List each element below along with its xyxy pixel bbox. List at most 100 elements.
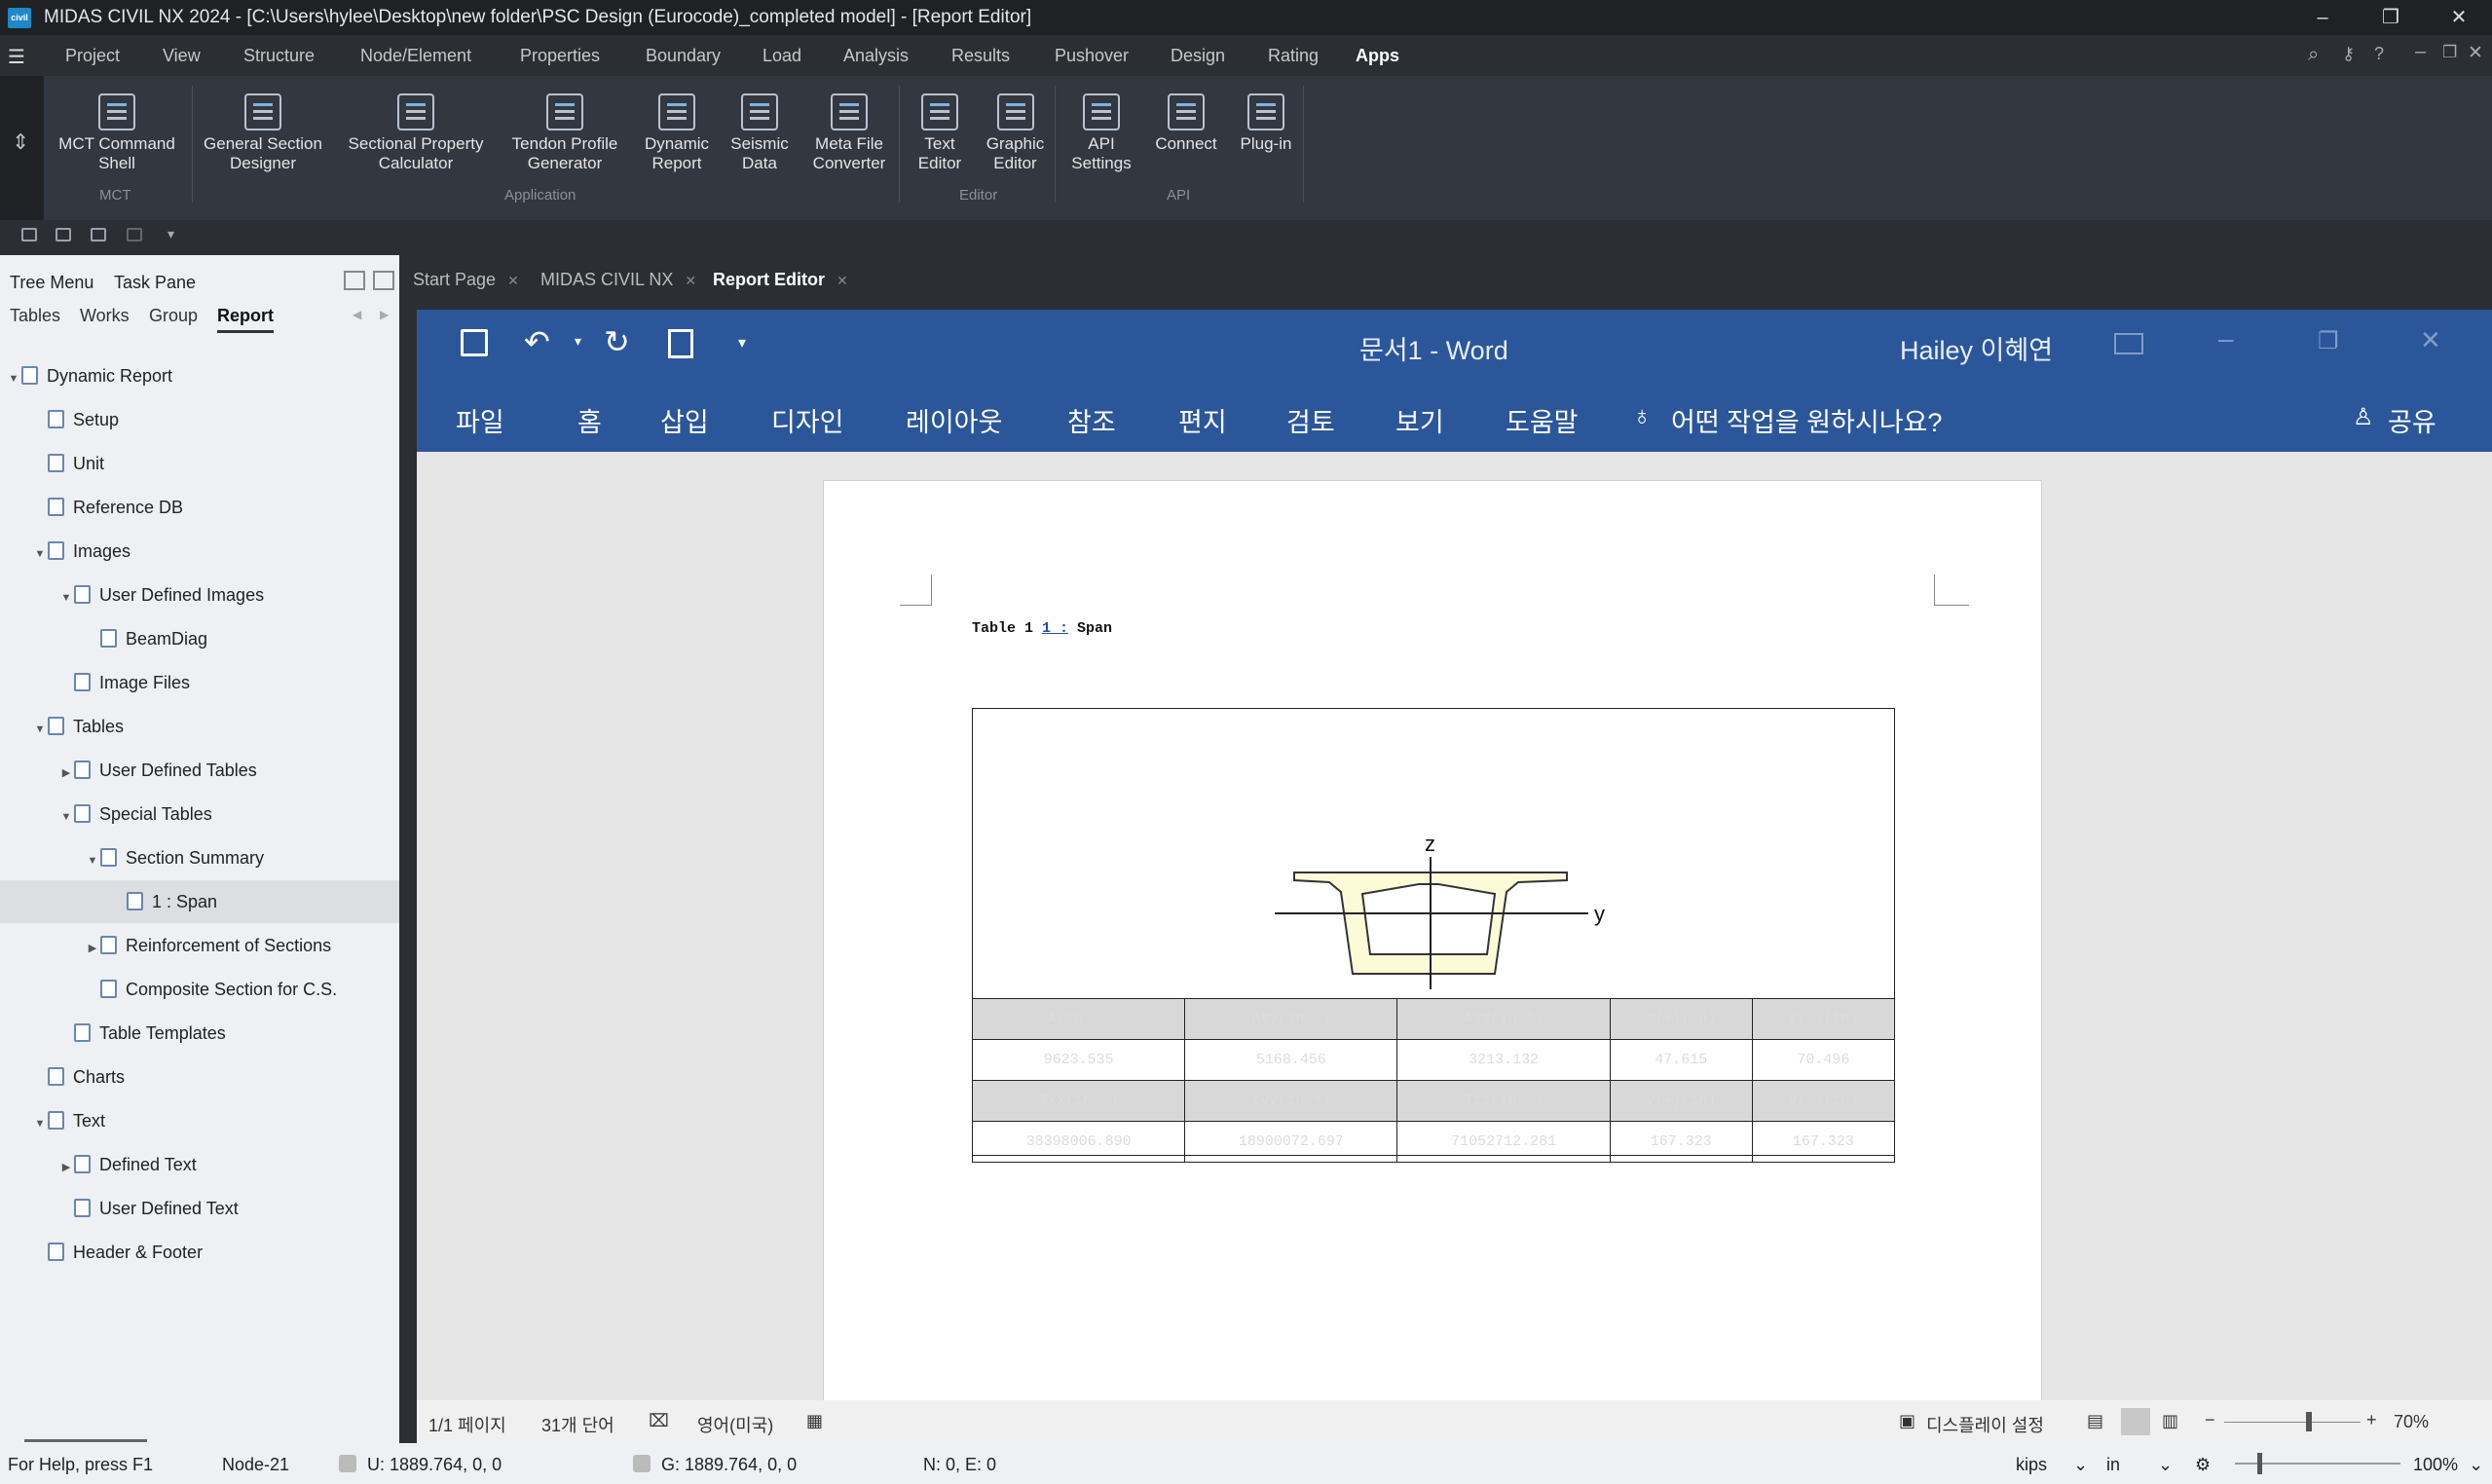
- word-zoom-level[interactable]: 70%: [2394, 1412, 2429, 1432]
- zoom-in-icon[interactable]: +: [2366, 1410, 2377, 1430]
- menu-structure[interactable]: Structure: [243, 46, 315, 66]
- tree-item[interactable]: Image Files: [0, 661, 399, 704]
- print-preview-icon[interactable]: [668, 329, 693, 358]
- scroll-left-icon[interactable]: ◀: [353, 308, 361, 321]
- word-user-name[interactable]: Hailey 이혜연: [1900, 329, 2053, 367]
- tree-item[interactable]: 1 : Span: [0, 880, 399, 923]
- share-person-icon[interactable]: ♙: [2353, 403, 2374, 431]
- scroll-right-icon[interactable]: ▶: [380, 308, 389, 321]
- tab-works[interactable]: Works: [80, 306, 130, 326]
- tree-item[interactable]: ▼ Section Summary: [0, 836, 399, 879]
- menu-load[interactable]: Load: [762, 46, 801, 66]
- tree-item[interactable]: Header & Footer: [0, 1231, 399, 1274]
- tree-item[interactable]: BeamDiag: [0, 617, 399, 660]
- restore-button[interactable]: ❐: [2362, 2, 2420, 33]
- word-tab-home[interactable]: 홈: [577, 401, 602, 439]
- menu-node-element[interactable]: Node/Element: [360, 46, 471, 66]
- word-tab-review[interactable]: 검토: [1286, 401, 1335, 439]
- text-editor-button[interactable]: Text Editor: [906, 93, 974, 173]
- read-mode-icon[interactable]: ▤: [2087, 1411, 2103, 1431]
- tree-item[interactable]: User Defined Text: [0, 1187, 399, 1230]
- api-settings-button[interactable]: API Settings: [1064, 93, 1138, 173]
- ribbon-display-icon[interactable]: [2114, 333, 2143, 354]
- collapse-arrow-icon[interactable]: ▼: [32, 1102, 48, 1145]
- save-icon[interactable]: [91, 228, 106, 241]
- menu-analysis[interactable]: Analysis: [843, 46, 909, 66]
- doc-close-icon[interactable]: ✕: [2468, 42, 2483, 64]
- menu-design[interactable]: Design: [1171, 46, 1225, 66]
- qat-customize-icon[interactable]: ▾: [738, 333, 746, 352]
- redo-icon[interactable]: ↻: [604, 323, 630, 360]
- word-tab-help[interactable]: 도움말: [1506, 401, 1579, 439]
- expand-arrow-icon[interactable]: ▶: [85, 927, 100, 970]
- tab-tables[interactable]: Tables: [10, 306, 60, 326]
- graphic-editor-button[interactable]: Graphic Editor: [979, 93, 1052, 173]
- tree-item[interactable]: Charts: [0, 1056, 399, 1098]
- page-count[interactable]: 1/1 페이지: [428, 1412, 506, 1437]
- word-tab-layout[interactable]: 레이아웃: [906, 401, 1002, 439]
- help-icon[interactable]: ?: [2374, 44, 2384, 64]
- tree-item[interactable]: ▼ Special Tables: [0, 793, 399, 835]
- tree-item[interactable]: ▶ Defined Text: [0, 1143, 399, 1186]
- undo-icon[interactable]: ↶: [524, 323, 550, 360]
- new-file-icon[interactable]: [21, 228, 37, 241]
- word-tab-insert[interactable]: 삽입: [660, 401, 709, 439]
- minimize-button[interactable]: –: [2293, 2, 2352, 33]
- connect-button[interactable]: Connect: [1147, 93, 1225, 154]
- word-tab-view[interactable]: 보기: [1395, 401, 1444, 439]
- seismic-data-button[interactable]: Seismic Data: [721, 93, 799, 173]
- horizontal-scrollbar[interactable]: [24, 1439, 147, 1442]
- collapse-arrow-icon[interactable]: ▼: [6, 357, 21, 400]
- length-unit-select[interactable]: in ⌄: [2106, 1455, 2173, 1475]
- tendon-profile-generator-button[interactable]: Tendon Profile Generator: [499, 93, 631, 173]
- tree-item[interactable]: ▼ User Defined Images: [0, 574, 399, 616]
- word-count[interactable]: 31개 단어: [541, 1412, 614, 1437]
- tab-start-page[interactable]: Start Page ✕: [413, 270, 519, 290]
- tab-report[interactable]: Report: [217, 306, 274, 333]
- menu-pushover[interactable]: Pushover: [1055, 46, 1129, 66]
- tree-item[interactable]: ▶ User Defined Tables: [0, 749, 399, 792]
- display-settings-icon[interactable]: ▣: [1899, 1411, 1915, 1431]
- tree-menu-tab[interactable]: Tree Menu: [10, 273, 93, 293]
- close-tab-icon[interactable]: ✕: [685, 273, 696, 288]
- doc-minimize-icon[interactable]: –: [2415, 41, 2426, 63]
- view-zoom-select[interactable]: 100% ⌄: [2413, 1455, 2483, 1475]
- word-close-icon[interactable]: ✕: [2420, 325, 2441, 355]
- tree-item[interactable]: Composite Section for C.S.: [0, 968, 399, 1011]
- open-folder-icon[interactable]: [56, 228, 71, 241]
- key-icon[interactable]: ⚷: [2342, 44, 2355, 64]
- close-tab-icon[interactable]: ✕: [837, 273, 848, 288]
- tree-item[interactable]: Setup: [0, 398, 399, 441]
- customize-dropdown-icon[interactable]: ▾: [167, 226, 174, 242]
- menu-view[interactable]: View: [163, 46, 201, 66]
- collapse-arrow-icon[interactable]: ▼: [58, 576, 74, 619]
- tree-item[interactable]: Table Templates: [0, 1012, 399, 1055]
- tree-item[interactable]: ▼ Images: [0, 530, 399, 573]
- expand-arrow-icon[interactable]: ▶: [58, 1146, 74, 1189]
- view-zoom-thumb[interactable]: [2257, 1453, 2262, 1474]
- sectional-property-calculator-button[interactable]: Sectional Property Calculator: [337, 93, 495, 173]
- collapse-arrow-icon[interactable]: ▼: [32, 533, 48, 575]
- word-tab-file[interactable]: 파일: [456, 401, 504, 439]
- collapse-arrow-icon[interactable]: ▼: [32, 708, 48, 751]
- meta-file-converter-button[interactable]: Meta File Converter: [800, 93, 898, 173]
- force-unit-select[interactable]: kips ⌄: [2016, 1455, 2088, 1475]
- zoom-out-icon[interactable]: −: [2205, 1410, 2215, 1430]
- tree-item[interactable]: ▼ Dynamic Report: [0, 354, 399, 397]
- tab-midas-civil-nx[interactable]: MIDAS CIVIL NX ✕: [540, 270, 696, 290]
- mct-command-shell-button[interactable]: MCT Command Shell: [51, 93, 183, 173]
- menu-apps[interactable]: Apps: [1356, 46, 1399, 66]
- menu-rating[interactable]: Rating: [1268, 46, 1319, 66]
- pin-icon[interactable]: ⇕: [12, 130, 29, 155]
- print-layout-icon[interactable]: [2121, 1408, 2150, 1435]
- language-indicator[interactable]: 영어(미국): [697, 1412, 773, 1437]
- menu-results[interactable]: Results: [951, 46, 1010, 66]
- web-layout-icon[interactable]: ▥: [2162, 1411, 2178, 1431]
- tab-report-editor[interactable]: Report Editor ✕: [713, 270, 848, 290]
- search-icon[interactable]: ⌕: [2308, 44, 2319, 66]
- proofing-icon[interactable]: ⌧: [649, 1411, 669, 1431]
- tab-group[interactable]: Group: [149, 306, 198, 326]
- word-tab-design[interactable]: 디자인: [771, 401, 844, 439]
- task-pane-tab[interactable]: Task Pane: [114, 273, 196, 293]
- tree-item[interactable]: Reference DB: [0, 486, 399, 529]
